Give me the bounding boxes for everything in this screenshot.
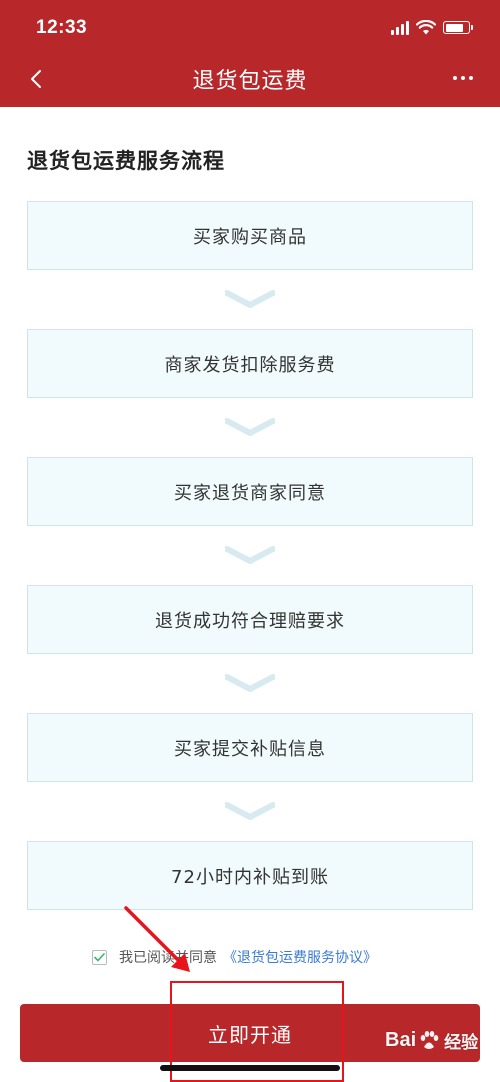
status-icons [391,20,473,35]
step-arrow [27,782,473,841]
agreement-row: 我已阅读并同意 《退货包运费服务协议》 [92,947,377,967]
section-title: 退货包运费服务流程 [27,149,225,173]
agreement-checkbox[interactable] [92,949,107,965]
status-time: 12:33 [36,17,88,38]
chevron-down-icon [225,545,275,564]
wifi-icon [416,20,436,35]
chevron-down-icon [225,801,275,820]
check-icon [94,952,105,961]
chevron-down-icon [225,289,275,308]
watermark-brand: Bai [385,1029,417,1051]
paw-icon [420,1030,439,1049]
process-steps: 买家购买商品 商家发货扣除服务费 买家退货商家同意 退货成功符合理赔要求 买家提… [27,201,473,910]
step-arrow [27,526,473,585]
watermark-suffix: 经验 [444,1033,479,1052]
step-arrow [27,654,473,713]
page-title: 退货包运费 [192,69,308,94]
step-3: 买家退货商家同意 [27,457,473,526]
chevron-down-icon [225,673,275,692]
step-4: 退货成功符合理赔要求 [27,585,473,654]
top-bar: 12:33 退货包运费 [0,0,500,107]
step-2: 商家发货扣除服务费 [27,329,473,398]
chevron-down-icon [225,417,275,436]
cellular-signal-icon [391,20,409,35]
battery-icon [443,21,473,34]
home-indicator [160,1065,340,1071]
agreement-text: 我已阅读并同意 [119,950,217,966]
agreement-link[interactable]: 《退货包运费服务协议》 [223,947,377,967]
more-dots-icon [453,76,457,80]
step-5: 买家提交补贴信息 [27,713,473,782]
step-6: 72小时内补贴到账 [27,841,473,910]
step-arrow [27,270,473,329]
baidu-watermark: Bai 经验 [385,1028,478,1053]
more-button[interactable] [448,66,478,90]
step-arrow [27,398,473,457]
step-1: 买家购买商品 [27,201,473,270]
